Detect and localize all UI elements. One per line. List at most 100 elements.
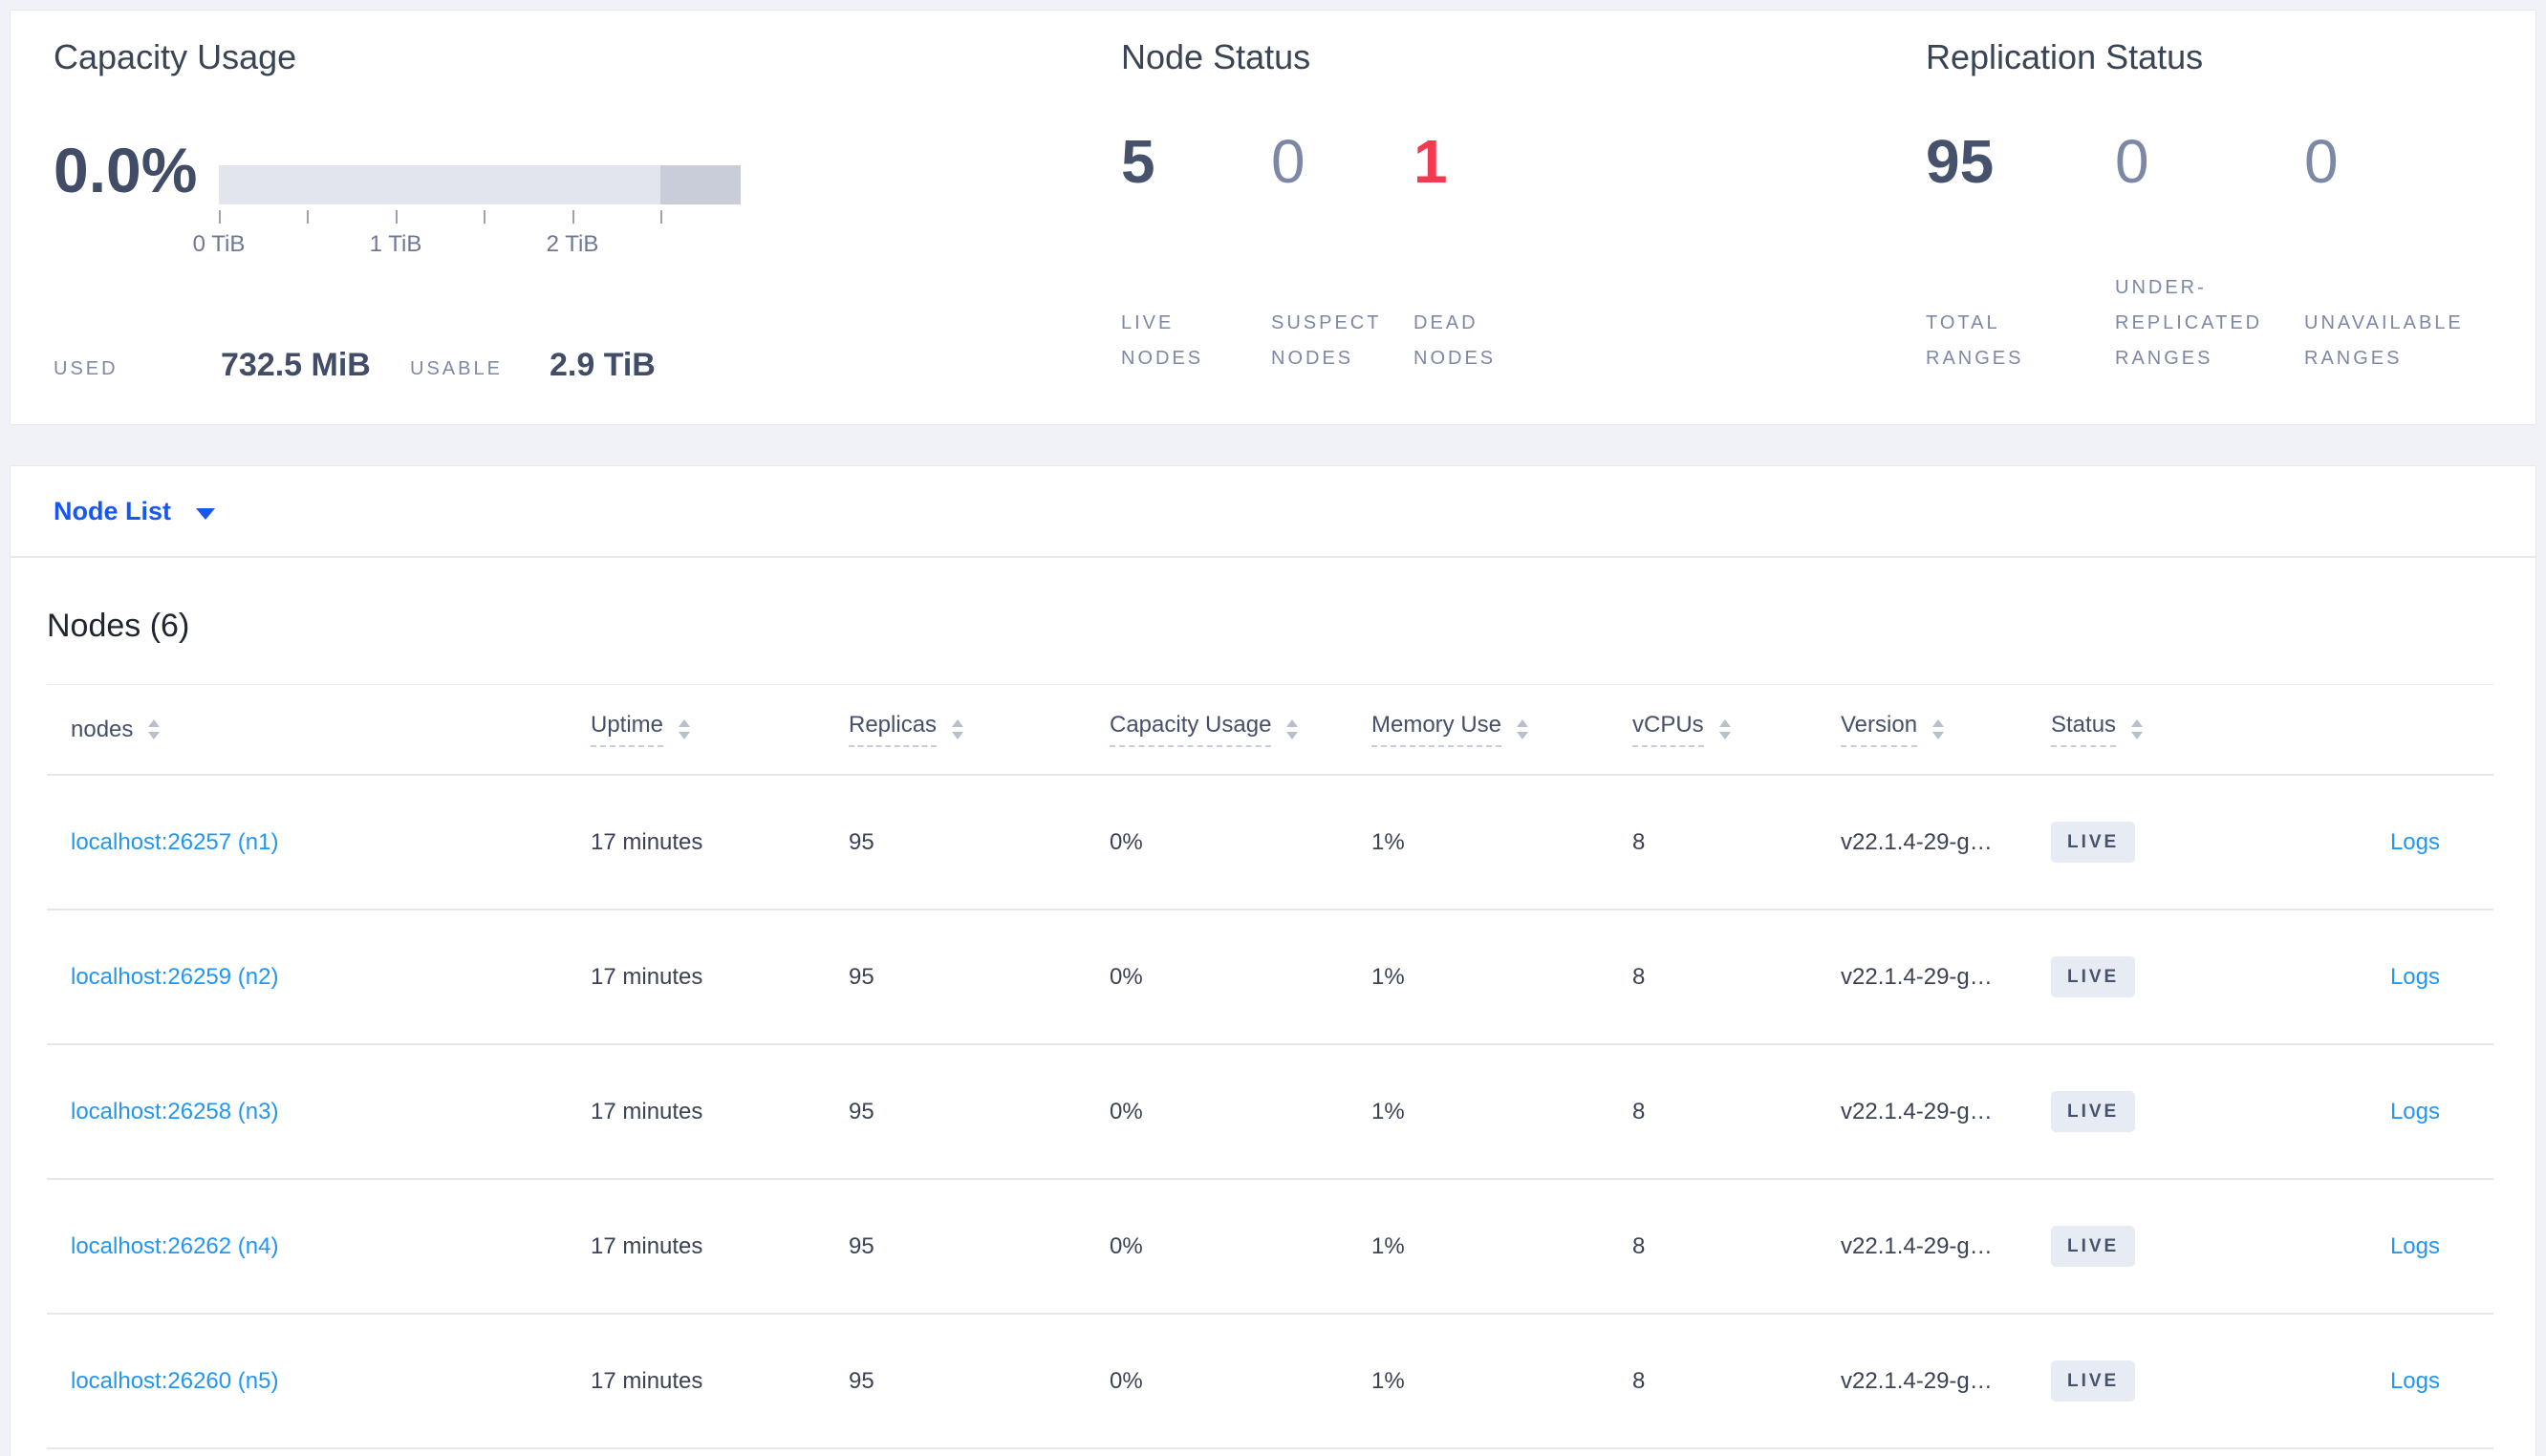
nodes-table-title: Nodes (6) [47, 608, 190, 644]
capacity-bar-ticks [219, 210, 741, 224]
tick-mark [396, 210, 398, 224]
sort-icon[interactable] [2131, 719, 2144, 739]
column-header-uptime[interactable]: Uptime [591, 712, 849, 747]
stat-label: SUSPECT NODES [1271, 312, 1382, 369]
node-link[interactable]: localhost:26260 (n5) [71, 1368, 278, 1395]
node-link[interactable]: localhost:26257 (n1) [71, 829, 278, 856]
node-cell: localhost:26257 (n1) [71, 829, 591, 856]
capacity-bar [219, 165, 741, 204]
column-header-label: Capacity Usage [1110, 712, 1272, 747]
tick-mark [660, 210, 662, 224]
sort-asc-arrow [1718, 719, 1731, 727]
usable-label: USABLE [410, 358, 503, 379]
status-cell: LIVE [2051, 1360, 2261, 1402]
sort-asc-arrow [679, 719, 691, 727]
logs-cell: Logs [2390, 1368, 2440, 1395]
sort-icon[interactable] [1718, 719, 1731, 739]
uptime-cell: 17 minutes [591, 828, 703, 855]
capacity-usage-cell: 0% [1110, 1367, 1143, 1394]
vcpus-cell: 8 [1632, 828, 1646, 855]
capacity-bar-tick-labels: 0 TiB 1 TiB 2 TiB [193, 231, 741, 260]
replicas-cell: 95 [849, 1367, 874, 1394]
sort-icon[interactable] [1517, 719, 1529, 739]
stat-label: TOTAL RANGES [1926, 312, 2024, 369]
capacity-usage-cell: 0% [1110, 963, 1143, 990]
ns-stat: 0 SUSPECT NODES [1271, 11, 1414, 424]
stat-value: 0 [2115, 127, 2149, 196]
column-header-label: Status [2051, 712, 2117, 747]
sort-desc-arrow [1932, 732, 1945, 739]
sort-icon[interactable] [148, 719, 161, 739]
tick-mark [572, 210, 574, 224]
version-cell: v22.1.4-29-g… [1841, 828, 1993, 855]
stat-label: LIVE NODES [1121, 312, 1204, 369]
logs-cell: Logs [2390, 1099, 2440, 1125]
capacity-bar-tail [660, 165, 741, 204]
stat-label: DEAD NODES [1413, 312, 1497, 369]
node-link[interactable]: localhost:26259 (n2) [71, 964, 278, 991]
rs-stat: 0 UNAVAILABLE RANGES [2304, 11, 2534, 424]
sort-desc-arrow [2131, 732, 2144, 739]
uptime-cell: 17 minutes [591, 1367, 703, 1394]
logs-link[interactable]: Logs [2390, 1368, 2440, 1394]
sort-icon[interactable] [952, 719, 964, 739]
nodes-table: nodes Uptime Replicas Capacity Usage Memory … [47, 684, 2493, 1449]
column-header-version[interactable]: Version [1841, 712, 2051, 747]
tick-mark [307, 210, 309, 224]
status-cell: LIVE [2051, 956, 2261, 997]
uptime-cell: 17 minutes [591, 1232, 703, 1259]
sort-icon[interactable] [1286, 719, 1299, 739]
column-header-replicas[interactable]: Replicas [849, 712, 1110, 747]
table-row: localhost:26262 (n4) 17 minutes 95 0% 1% 8 v22… [47, 1180, 2493, 1315]
column-header-label: vCPUs [1632, 712, 1704, 747]
column-header-label: Version [1841, 712, 1918, 747]
status-badge: LIVE [2051, 1091, 2136, 1132]
node-link[interactable]: localhost:26258 (n3) [71, 1099, 278, 1125]
stat-label: UNAVAILABLE RANGES [2304, 312, 2464, 369]
sort-desc-arrow [952, 732, 964, 739]
status-badge: LIVE [2051, 1226, 2136, 1267]
capacity-used-usable: USED 732.5 MiB USABLE 2.9 TiB [11, 343, 1062, 396]
column-header-label: Uptime [591, 712, 664, 747]
tick-label: 0 TiB [192, 231, 246, 257]
memory-use-cell: 1% [1371, 1098, 1405, 1124]
ns-stat: 5 LIVE NODES [1121, 11, 1245, 424]
table-row: localhost:26260 (n5) 17 minutes 95 0% 1% 8 v22… [47, 1315, 2493, 1449]
replicas-cell: 95 [849, 1098, 874, 1124]
sort-asc-arrow [2131, 719, 2144, 727]
logs-link[interactable]: Logs [2390, 1099, 2440, 1124]
sort-icon[interactable] [1932, 719, 1945, 739]
tick-label: 2 TiB [546, 231, 599, 257]
logs-link[interactable]: Logs [2390, 829, 2440, 855]
stat-value: 0 [2304, 127, 2339, 196]
column-header-memory-use[interactable]: Memory Use [1371, 712, 1632, 747]
status-cell: LIVE [2051, 1226, 2261, 1267]
node-link[interactable]: localhost:26262 (n4) [71, 1233, 278, 1260]
sort-desc-arrow [1718, 732, 1731, 739]
logs-link[interactable]: Logs [2390, 964, 2440, 990]
node-cell: localhost:26260 (n5) [71, 1368, 591, 1395]
column-header-capacity-usage[interactable]: Capacity Usage [1110, 712, 1371, 747]
stat-value: 5 [1121, 127, 1155, 196]
column-header-nodes[interactable]: nodes [71, 717, 591, 743]
table-row: localhost:26259 (n2) 17 minutes 95 0% 1% 8 v22… [47, 910, 2493, 1045]
memory-use-cell: 1% [1371, 963, 1405, 990]
column-header-vcpus[interactable]: vCPUs [1632, 712, 1841, 747]
cluster-summary-card: Capacity Usage 0.0% 0 TiB 1 TiB 2 TiB US… [10, 10, 2536, 425]
status-badge: LIVE [2051, 956, 2136, 997]
chevron-down-icon[interactable] [196, 508, 216, 520]
stat-label: UNDER-REPLICATED RANGES [2115, 277, 2263, 369]
version-cell: v22.1.4-29-g… [1841, 963, 1993, 990]
vcpus-cell: 8 [1632, 1232, 1646, 1259]
sort-icon[interactable] [679, 719, 691, 739]
nodes-table-card: Nodes (6) nodes Uptime Replicas Capacity Us… [10, 557, 2536, 1456]
sort-asc-arrow [148, 719, 161, 727]
column-header-status[interactable]: Status [2051, 712, 2261, 747]
memory-use-cell: 1% [1371, 1232, 1405, 1259]
replicas-cell: 95 [849, 963, 874, 990]
replicas-cell: 95 [849, 1232, 874, 1259]
usable-value: 2.9 TiB [550, 347, 656, 383]
node-list-dropdown[interactable]: Node List [54, 497, 171, 526]
logs-link[interactable]: Logs [2390, 1233, 2440, 1259]
node-cell: localhost:26262 (n4) [71, 1233, 591, 1260]
